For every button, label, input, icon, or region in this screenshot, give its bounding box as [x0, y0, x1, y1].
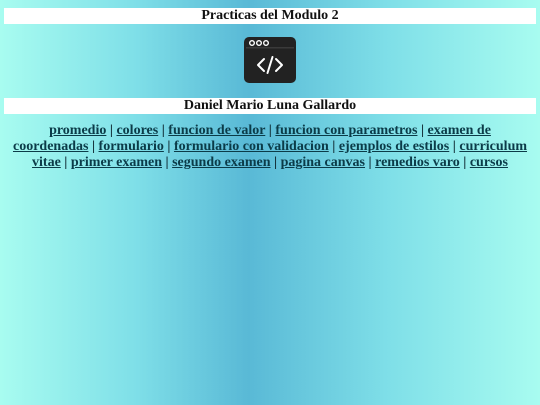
- nav-link-formulario-con-validacion[interactable]: formulario con validacion: [174, 139, 329, 154]
- nav-link-colores[interactable]: colores: [116, 123, 158, 138]
- author-name: Daniel Mario Luna Gallardo: [4, 98, 536, 114]
- nav-separator: |: [449, 139, 460, 154]
- nav-separator: |: [270, 155, 281, 170]
- nav-separator: |: [162, 155, 173, 170]
- nav-link-remedios-varo[interactable]: remedios varo: [375, 155, 460, 170]
- nav-link-formulario[interactable]: formulario: [99, 139, 164, 154]
- nav-separator: |: [365, 155, 376, 170]
- nav-link-primer-examen[interactable]: primer examen: [71, 155, 162, 170]
- page-title: Practicas del Modulo 2: [4, 8, 536, 24]
- nav-separator: |: [328, 139, 339, 154]
- nav-separator: |: [158, 123, 169, 138]
- nav-separator: |: [459, 155, 470, 170]
- code-window-icon: [244, 37, 296, 83]
- nav-separator: |: [163, 139, 174, 154]
- nav-separator: |: [417, 123, 428, 138]
- nav-link-segundo-examen[interactable]: segundo examen: [172, 155, 270, 170]
- nav-separator: |: [106, 123, 117, 138]
- practice-links-nav: promedio | colores | funcion de valor | …: [10, 123, 530, 171]
- nav-link-cursos[interactable]: cursos: [470, 155, 508, 170]
- nav-link-promedio[interactable]: promedio: [49, 123, 106, 138]
- nav-link-funcion-de-valor[interactable]: funcion de valor: [168, 123, 265, 138]
- nav-link-funcion-con-parametros[interactable]: funcion con parametros: [275, 123, 417, 138]
- nav-separator: |: [265, 123, 276, 138]
- nav-link-ejemplos-de-estilos[interactable]: ejemplos de estilos: [339, 139, 449, 154]
- nav-separator: |: [88, 139, 99, 154]
- nav-separator: |: [60, 155, 71, 170]
- nav-link-pagina-canvas[interactable]: pagina canvas: [281, 155, 365, 170]
